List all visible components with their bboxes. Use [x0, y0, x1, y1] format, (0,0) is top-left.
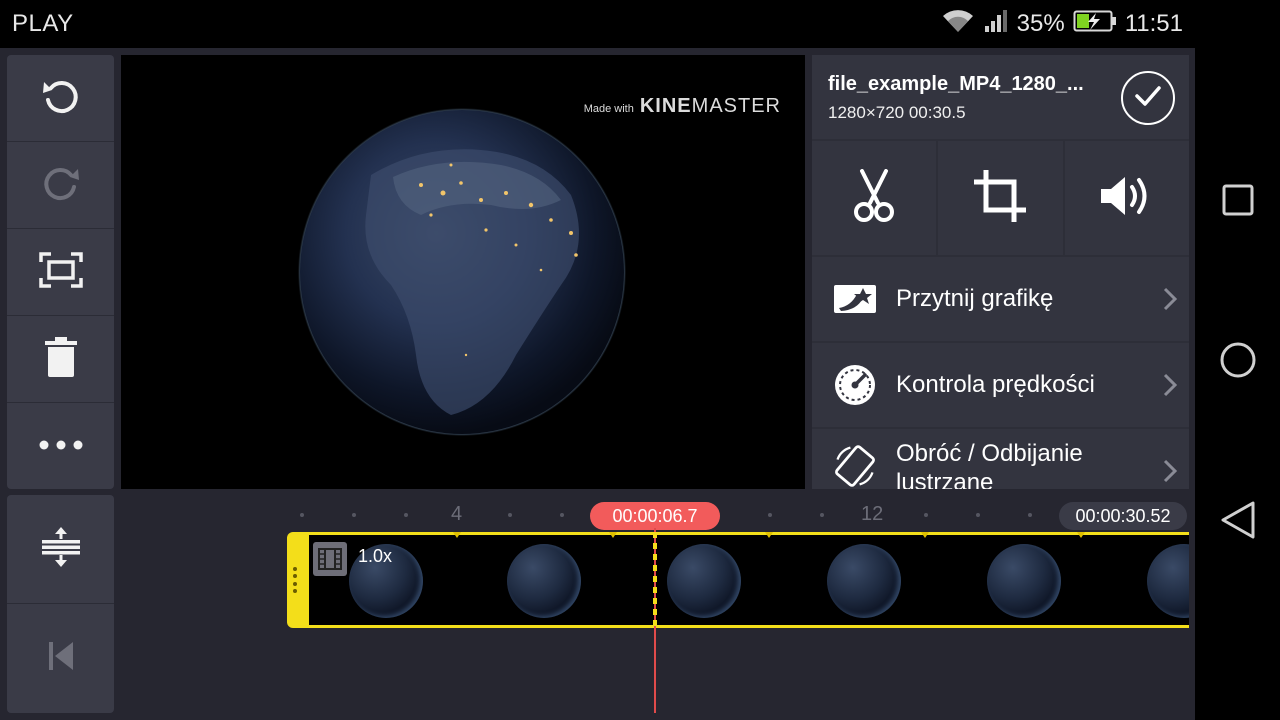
clip-thumbnail — [1147, 544, 1189, 618]
ruler-tick — [352, 513, 356, 517]
film-icon — [313, 542, 347, 576]
clip-thumbnail — [827, 544, 901, 618]
earth-image — [298, 108, 626, 436]
ruler-tick — [976, 513, 980, 517]
more-button[interactable] — [7, 403, 114, 489]
checkmark-icon — [1134, 85, 1162, 112]
menu-item-trim-graphic[interactable]: Przytnij grafikę — [812, 257, 1189, 341]
confirm-button[interactable] — [1121, 71, 1175, 125]
home-icon[interactable] — [1216, 338, 1260, 382]
menu-item-rotate-mirror[interactable]: Obróć / Odbijanie lustrzane — [812, 429, 1189, 489]
volume-icon — [1099, 174, 1155, 223]
undo-button[interactable] — [7, 55, 114, 142]
ruler-tick — [300, 513, 304, 517]
skip-to-start-icon — [46, 640, 76, 677]
battery-charging-icon — [1073, 9, 1117, 40]
ruler-tick — [1028, 513, 1032, 517]
menu-label-speed-control: Kontrola prędkości — [896, 371, 1095, 398]
kinemaster-editor: Made with KINEMASTER file_example_MP4_12… — [0, 48, 1195, 720]
trim-graphic-icon — [832, 276, 878, 322]
scissors-icon — [852, 168, 896, 228]
crop-button[interactable] — [938, 141, 1063, 255]
status-time: 11:51 — [1124, 10, 1183, 37]
signal-icon — [983, 8, 1009, 41]
watermark-prefix: Made with — [583, 103, 634, 115]
status-indicators: 35% 11:51 — [941, 8, 1183, 40]
timeline-toolbar — [7, 495, 114, 713]
menu-label-rotate-mirror: Obróć / Odbijanie lustrzane — [896, 440, 1083, 489]
clip-file-meta: 1280×720 00:30.5 — [828, 103, 966, 122]
kinemaster-watermark: Made with KINEMASTER — [584, 95, 781, 118]
ruler-tick — [820, 513, 824, 517]
menu-label-trim-graphic: Przytnij grafikę — [896, 285, 1054, 312]
chevron-right-icon — [1161, 372, 1179, 398]
panel-header: file_example_MP4_1280_... 1280×720 00:30… — [812, 55, 1189, 139]
clip-file-name: file_example_MP4_1280_... — [828, 73, 1084, 95]
skip-to-start-button[interactable] — [7, 604, 114, 713]
status-bar: PLAY 35% 11:51 — [0, 0, 1195, 48]
clip-speed-label: 1.0x — [358, 546, 393, 566]
playhead-marker — [653, 532, 657, 628]
redo-button[interactable] — [7, 142, 114, 229]
ruler-tick — [768, 513, 772, 517]
delete-icon — [43, 336, 79, 383]
crop-icon — [972, 168, 1028, 229]
redo-icon — [39, 161, 83, 210]
ruler-tick — [508, 513, 512, 517]
menu-item-speed-control[interactable]: Kontrola prędkości — [812, 343, 1189, 427]
clip-marker — [921, 532, 929, 538]
speedometer-icon — [832, 362, 878, 408]
back-icon[interactable] — [1216, 498, 1260, 542]
delete-button[interactable] — [7, 316, 114, 403]
left-toolbar — [7, 55, 114, 489]
system-nav-bar — [1195, 0, 1280, 720]
more-icon — [38, 438, 84, 456]
timeline[interactable]: 4 12 00:00:06.7 00:00:30.52 1.0x — [121, 495, 1189, 713]
wifi-icon — [941, 8, 975, 41]
clip-options-panel: file_example_MP4_1280_... 1280×720 00:30… — [812, 55, 1189, 489]
ruler-tick — [560, 513, 564, 517]
playhead-time[interactable]: 00:00:06.7 — [590, 502, 720, 530]
clip-marker — [453, 532, 461, 538]
clip-marker — [609, 532, 617, 538]
split-button[interactable] — [812, 141, 937, 255]
ruler-tick — [924, 513, 928, 517]
clip-marker — [1077, 532, 1085, 538]
undo-icon — [39, 74, 83, 123]
ruler-tick — [404, 513, 408, 517]
timeline-expand-icon — [41, 525, 81, 574]
clip-thumbnail — [667, 544, 741, 618]
clip-marker — [765, 532, 773, 538]
watermark-brand-kine: KINE — [639, 95, 692, 117]
clip-tool-grid — [812, 141, 1189, 255]
battery-percent: 35% — [1016, 10, 1065, 37]
fullscreen-icon — [38, 250, 84, 295]
ruler-label: 12 — [861, 503, 884, 525]
clip-thumbnail — [987, 544, 1061, 618]
status-app-name: PLAY — [12, 10, 74, 37]
video-clip[interactable] — [287, 532, 1189, 628]
video-preview[interactable]: Made with KINEMASTER — [121, 55, 805, 489]
chevron-right-icon — [1161, 286, 1179, 312]
recent-apps-icon[interactable] — [1216, 178, 1260, 222]
clip-trim-handle[interactable] — [293, 567, 297, 593]
watermark-brand: KINEMASTER — [640, 95, 781, 118]
rotate-icon — [832, 443, 878, 489]
clip-thumbnail — [507, 544, 581, 618]
watermark-brand-master: MASTER — [691, 95, 781, 117]
total-duration: 00:00:30.52 — [1059, 502, 1187, 530]
fullscreen-button[interactable] — [7, 229, 114, 316]
volume-button[interactable] — [1064, 141, 1189, 255]
timeline-expand-button[interactable] — [7, 495, 114, 604]
chevron-right-icon — [1161, 458, 1179, 484]
ruler-label: 4 — [451, 503, 463, 525]
